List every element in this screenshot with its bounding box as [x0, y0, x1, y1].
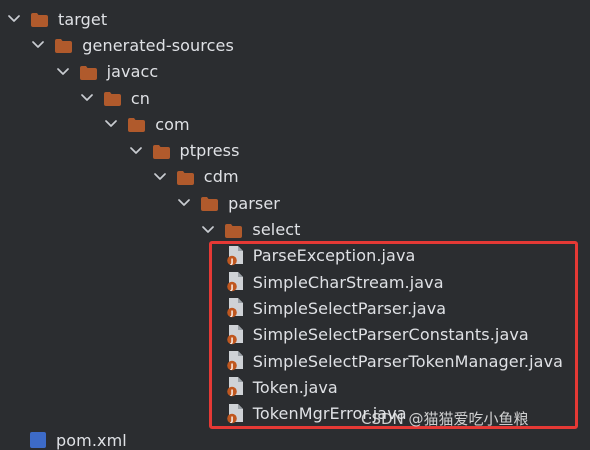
tree-item-label: select: [252, 220, 301, 240]
tree-item-label: SimpleSelectParser.java: [252, 298, 447, 318]
svg-text:J: J: [229, 415, 233, 423]
tree-item-label: ptpress: [179, 141, 240, 161]
tree-item-label: pom.xml: [56, 430, 127, 450]
folder-icon: [128, 117, 146, 133]
chevron-down-icon[interactable]: [129, 144, 143, 158]
tree-item-label: ParseException.java: [252, 246, 416, 266]
tree-file-item[interactable]: J ParseException.java: [0, 243, 590, 269]
folder-icon: [55, 38, 73, 54]
chevron-down-icon[interactable]: [104, 117, 118, 131]
tree-folder-javacc[interactable]: javacc: [0, 59, 590, 85]
java-file-icon: J: [226, 324, 245, 345]
chevron-down-icon[interactable]: [80, 91, 94, 105]
tree-folder-target[interactable]: target: [0, 6, 590, 32]
tree-folder-generated-sources[interactable]: generated-sources: [0, 32, 590, 58]
tree-folder-parser[interactable]: parser: [0, 190, 590, 216]
java-file-icon: J: [226, 272, 245, 292]
tree-folder-cn[interactable]: cn: [0, 85, 590, 111]
folder-icon: [225, 223, 243, 238]
folder-icon: [201, 196, 219, 212]
svg-text:J: J: [229, 257, 233, 265]
tree-item-label: generated-sources: [82, 35, 234, 55]
xml-file-icon: [30, 432, 46, 448]
tree-file-item[interactable]: J SimpleCharStream.java: [0, 269, 590, 295]
tree-item-label: TokenMgrError.java: [252, 404, 407, 424]
tree-folder-ptpress[interactable]: ptpress: [0, 137, 590, 163]
tree-item-label: javacc: [106, 62, 159, 82]
folder-icon: [176, 170, 194, 185]
java-file-icon: J: [226, 245, 245, 266]
tree-folder-com[interactable]: com: [0, 111, 590, 137]
folder-icon: [79, 65, 97, 80]
tree-file-item[interactable]: J SimpleSelectParserConstants.java: [0, 322, 590, 348]
chevron-down-icon[interactable]: [201, 223, 215, 237]
tree-item-label: SimpleSelectParserTokenManager.java: [252, 351, 564, 371]
chevron-down-icon[interactable]: [177, 196, 191, 210]
svg-text:J: J: [229, 336, 233, 344]
chevron-down-icon[interactable]: [7, 12, 21, 26]
project-tree: target generated-sources javacc cn com ptpres…: [0, 6, 590, 427]
svg-text:J: J: [229, 310, 233, 318]
tree-folder-select[interactable]: select: [0, 216, 590, 242]
tree-item-label: SimpleCharStream.java: [252, 272, 444, 292]
svg-text:J: J: [229, 284, 233, 292]
tree-item-pom-xml[interactable]: pom.xml: [30, 430, 127, 450]
chevron-down-icon[interactable]: [153, 170, 167, 184]
tree-item-label: cn: [130, 88, 151, 108]
tree-item-label: parser: [228, 193, 280, 213]
folder-icon: [152, 144, 170, 159]
tree-item-label: Token.java: [252, 377, 338, 397]
svg-text:J: J: [229, 363, 233, 371]
folder-icon: [31, 12, 48, 28]
svg-text:J: J: [229, 389, 233, 397]
chevron-down-icon[interactable]: [31, 38, 45, 52]
tree-file-item[interactable]: J Token.java: [0, 374, 590, 400]
java-file-icon: J: [226, 403, 245, 424]
java-file-icon: J: [226, 351, 245, 371]
tree-item-label: target: [58, 9, 108, 29]
folder-icon: [103, 91, 121, 107]
java-file-icon: J: [226, 298, 245, 318]
tree-file-item[interactable]: J SimpleSelectParserTokenManager.java: [0, 348, 590, 374]
tree-file-item[interactable]: J SimpleSelectParser.java: [0, 295, 590, 321]
java-file-icon: J: [226, 377, 245, 397]
chevron-down-icon[interactable]: [56, 65, 70, 79]
tree-item-label: com: [155, 114, 190, 134]
tree-item-label: cdm: [203, 167, 239, 187]
tree-file-item[interactable]: J TokenMgrError.java: [0, 400, 590, 426]
tree-folder-cdm[interactable]: cdm: [0, 164, 590, 190]
tree-item-label: SimpleSelectParserConstants.java: [252, 325, 529, 345]
